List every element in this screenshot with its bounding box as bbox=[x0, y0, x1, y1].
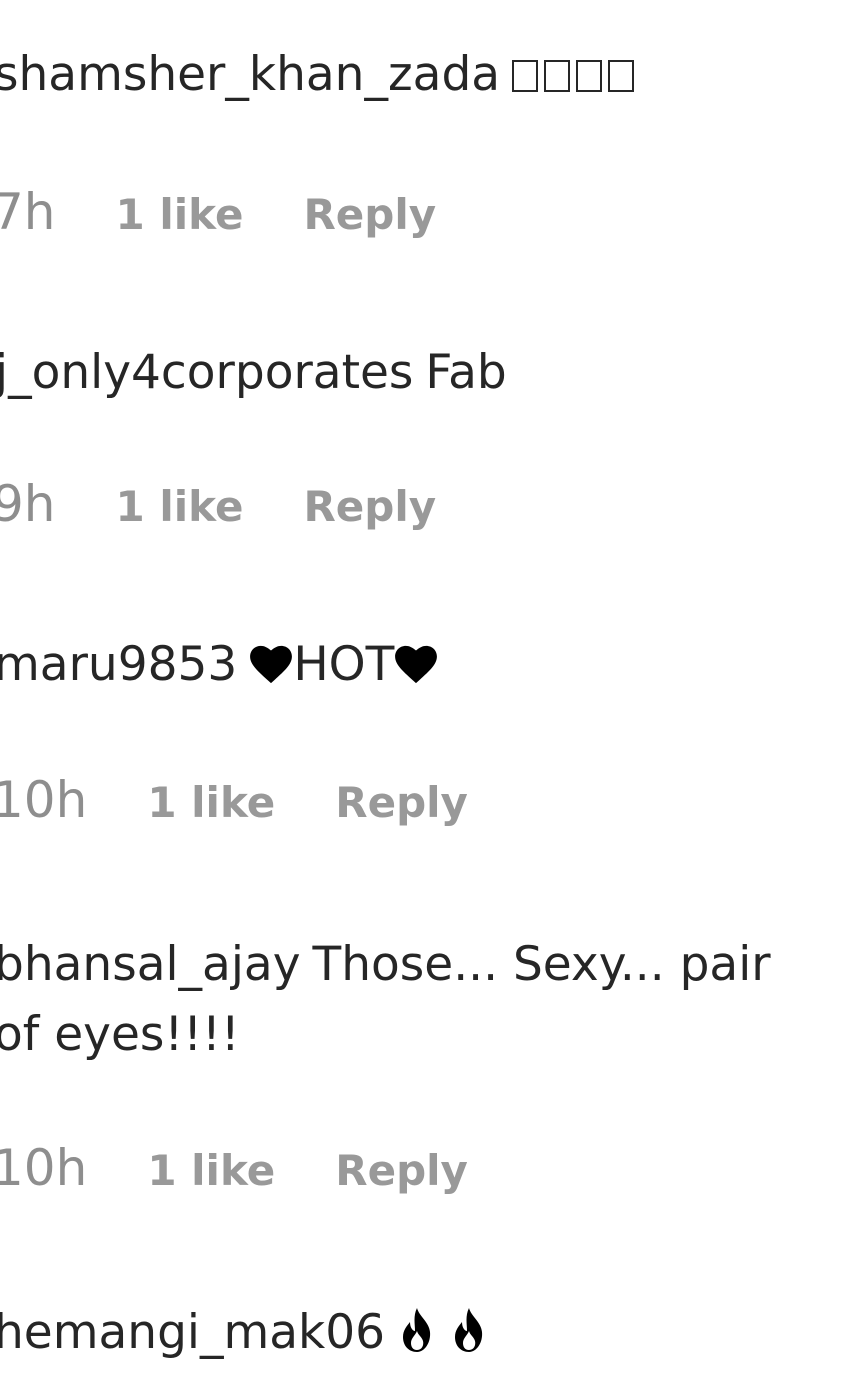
comment-timestamp[interactable]: 10h bbox=[0, 1139, 87, 1197]
fire-icon bbox=[455, 1308, 483, 1352]
comment-body: Fab bbox=[425, 345, 507, 400]
comment-text: hemangi_mak06 bbox=[0, 1298, 830, 1368]
unsupported-glyph-icon bbox=[608, 60, 635, 92]
comment-timestamp[interactable]: 9h bbox=[0, 475, 56, 533]
comment-item: bhansal_ajay Those... Sexy... pair of eye… bbox=[0, 930, 800, 1070]
comment-item: hemangi_mak06 bbox=[0, 1298, 830, 1368]
unsupported-glyph-icon bbox=[512, 60, 539, 92]
comment-username[interactable]: shamsher_khan_zada bbox=[0, 47, 500, 102]
comment-username[interactable]: bhansal_ajay bbox=[0, 937, 301, 992]
comment-timestamp[interactable]: 10h bbox=[0, 771, 87, 829]
comment-meta: 9h 1 like Reply bbox=[0, 475, 436, 533]
comment-username[interactable]: hemangi_mak06 bbox=[0, 1305, 385, 1360]
comment-username[interactable]: maru9853 bbox=[0, 637, 237, 692]
comment-text: maru9853 HOT bbox=[0, 630, 830, 700]
comment-text: bhansal_ajay Those... Sexy... pair of eye… bbox=[0, 930, 800, 1070]
heart-icon bbox=[250, 645, 293, 684]
comment-item: jj_only4corporates Fab bbox=[0, 338, 830, 408]
reply-button[interactable]: Reply bbox=[335, 1146, 468, 1195]
heart-icon bbox=[395, 645, 438, 684]
comment-meta: 7h 1 like Reply bbox=[0, 183, 436, 241]
unsupported-glyph-icon bbox=[544, 60, 571, 92]
reply-button[interactable]: Reply bbox=[303, 482, 436, 531]
comment-item: shamsher_khan_zada bbox=[0, 40, 830, 110]
comment-like-count[interactable]: 1 like bbox=[116, 482, 244, 531]
comment-text: jj_only4corporates Fab bbox=[0, 338, 830, 408]
unsupported-glyph-icon bbox=[576, 60, 603, 92]
comment-text: shamsher_khan_zada bbox=[0, 40, 830, 110]
comment-like-count[interactable]: 1 like bbox=[147, 1146, 275, 1195]
fire-icon bbox=[403, 1308, 431, 1352]
reply-button[interactable]: Reply bbox=[335, 778, 468, 827]
comment-like-count[interactable]: 1 like bbox=[147, 778, 275, 827]
comment-meta: 10h 1 like Reply bbox=[0, 771, 468, 829]
comment-body: HOT bbox=[293, 637, 395, 692]
comment-timestamp[interactable]: 7h bbox=[0, 183, 56, 241]
comment-like-count[interactable]: 1 like bbox=[116, 190, 244, 239]
comment-meta: 10h 1 like Reply bbox=[0, 1139, 468, 1197]
reply-button[interactable]: Reply bbox=[303, 190, 436, 239]
comment-item: maru9853 HOT bbox=[0, 630, 830, 700]
comment-username[interactable]: jj_only4corporates bbox=[0, 345, 413, 400]
